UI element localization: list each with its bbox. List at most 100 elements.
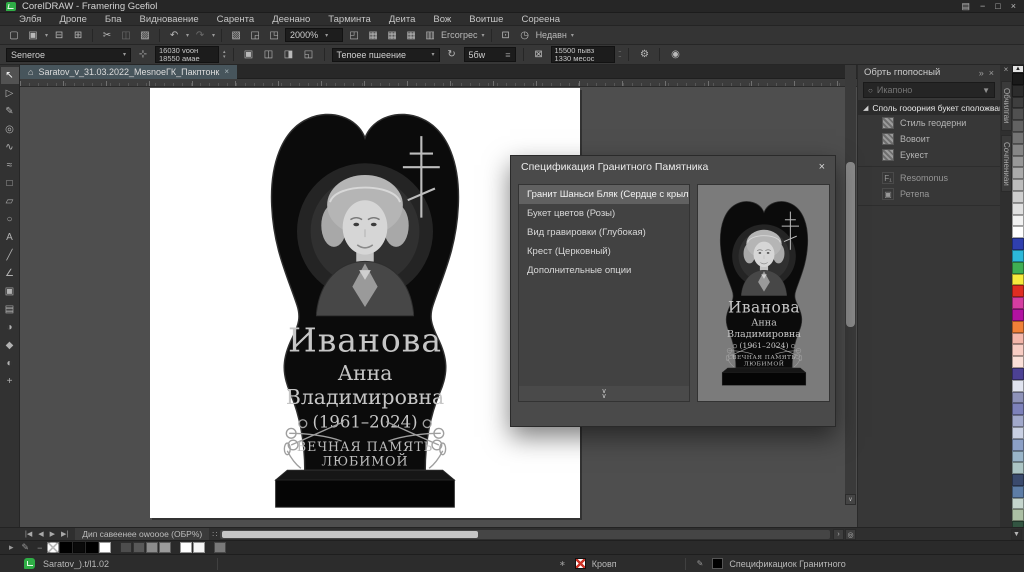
rotate-button[interactable]: ↻ bbox=[444, 47, 460, 62]
palette-swatch[interactable] bbox=[1012, 285, 1024, 297]
trim-button[interactable]: ◱ bbox=[301, 47, 317, 62]
menu-item[interactable]: Сарента bbox=[208, 14, 264, 25]
open-button[interactable]: ▣ bbox=[25, 28, 41, 43]
toolbar-options-icon[interactable]: ▤ bbox=[962, 1, 971, 12]
curve-tool[interactable]: ∿ bbox=[1, 139, 19, 156]
palette-swatch[interactable] bbox=[1012, 274, 1024, 286]
show-guides-button[interactable]: ▦ bbox=[403, 28, 419, 43]
palette-swatch[interactable] bbox=[1012, 509, 1024, 521]
spec-list-item[interactable]: Крест (Церковный) bbox=[519, 242, 689, 261]
zoom-tool[interactable]: ◎ bbox=[1, 121, 19, 138]
palette-scroll-down-icon[interactable]: ▼ bbox=[1011, 529, 1022, 540]
fill-none-swatch[interactable] bbox=[575, 558, 586, 569]
vertical-scrollbar[interactable]: ∨ bbox=[845, 65, 856, 505]
strip-close-icon[interactable]: × bbox=[1000, 65, 1012, 77]
eyedropper-tool[interactable]: ◆ bbox=[1, 337, 19, 354]
palette-swatch[interactable] bbox=[1012, 215, 1024, 227]
rectangle-tool[interactable]: □ bbox=[1, 175, 19, 192]
docker-extra-item[interactable]: ▣ Ретепа bbox=[858, 186, 1000, 202]
palette-swatch[interactable] bbox=[1012, 344, 1024, 356]
menu-item[interactable]: Вож bbox=[424, 14, 460, 25]
palette-swatch[interactable] bbox=[1012, 179, 1024, 191]
window-button[interactable]: ⊡ bbox=[498, 28, 514, 43]
docker-style-item[interactable]: Еукест bbox=[858, 147, 1000, 163]
menu-item[interactable]: Элбя bbox=[10, 14, 50, 25]
dialog-close-icon[interactable]: × bbox=[819, 161, 825, 173]
document-swatch[interactable] bbox=[214, 542, 226, 553]
menu-item[interactable]: Дропе bbox=[50, 14, 95, 25]
palette-scroll-up-icon[interactable]: ▲ bbox=[1012, 65, 1024, 73]
menu-item[interactable]: Видноваение bbox=[131, 14, 208, 25]
palette-swatch[interactable] bbox=[1012, 120, 1024, 132]
document-swatch[interactable] bbox=[60, 542, 72, 553]
fullscreen-preview-button[interactable]: ◰ bbox=[346, 28, 362, 43]
borders-select[interactable]: Егсогрес bbox=[441, 28, 478, 43]
weld-button[interactable]: ◨ bbox=[281, 47, 297, 62]
spec-list-item[interactable]: Дополнительные опции bbox=[519, 261, 689, 280]
size-fields[interactable]: 15500 пывз 1330 месос bbox=[551, 46, 615, 63]
palette-swatch[interactable] bbox=[1012, 132, 1024, 144]
monument-artwork[interactable] bbox=[258, 105, 472, 516]
restore-button[interactable]: □ bbox=[995, 1, 1000, 12]
palette-swatch[interactable] bbox=[1012, 392, 1024, 404]
palette-swatch[interactable] bbox=[1012, 333, 1024, 345]
document-swatch[interactable] bbox=[99, 542, 111, 553]
docker-collapse-icon[interactable]: » bbox=[979, 68, 984, 78]
page-nav-button[interactable]: |◀ bbox=[22, 530, 35, 538]
spec-list-item[interactable]: Вид гравировки (Глубокая) bbox=[519, 223, 689, 242]
borders-dropdown-icon[interactable]: ▾ bbox=[482, 32, 485, 39]
recent-select[interactable]: Недавн bbox=[536, 28, 567, 43]
copy-button[interactable]: ◫ bbox=[118, 28, 134, 43]
document-swatch[interactable] bbox=[159, 542, 171, 553]
connector-tool[interactable]: ∠ bbox=[1, 265, 19, 282]
page-nav-button[interactable]: ▶ bbox=[47, 530, 58, 538]
document-swatch[interactable] bbox=[146, 542, 158, 553]
undo-dropdown-icon[interactable]: ▾ bbox=[186, 32, 189, 39]
redo-dropdown-icon[interactable]: ▾ bbox=[212, 32, 215, 39]
horizontal-scrollbar-thumb[interactable] bbox=[222, 531, 478, 538]
import-button[interactable]: ◲ bbox=[247, 28, 263, 43]
pick-tool[interactable]: ↖ bbox=[1, 67, 19, 84]
palette-swatch[interactable] bbox=[1012, 203, 1024, 215]
palette-swatch[interactable] bbox=[1012, 439, 1024, 451]
position-fields[interactable]: 16030 vоон 18550 амае bbox=[155, 46, 219, 63]
palette-swatch[interactable] bbox=[1012, 356, 1024, 368]
docker-tab-objects[interactable]: Обчилгаи bbox=[1001, 81, 1012, 131]
dialog-titlebar[interactable]: Спецификация Гранитного Памятника × bbox=[511, 156, 835, 178]
palette-flyout-icon[interactable]: ▸ bbox=[6, 542, 17, 553]
artistic-media-tool[interactable]: ≈ bbox=[1, 157, 19, 174]
recent-dropdown-icon[interactable]: ▾ bbox=[571, 32, 574, 39]
print-button[interactable]: ⊞ bbox=[70, 28, 86, 43]
mirror-vertical-button[interactable]: ◫ bbox=[261, 47, 277, 62]
palette-swatch[interactable] bbox=[1012, 73, 1024, 85]
palette-swatch[interactable] bbox=[1012, 167, 1024, 179]
page-nav-button[interactable]: ▶| bbox=[58, 530, 71, 538]
menu-item[interactable]: Деенано bbox=[263, 14, 319, 25]
image-adjust-button[interactable]: ▧ bbox=[228, 28, 244, 43]
smear-tool[interactable]: ✎ bbox=[1, 103, 19, 120]
settings-gear-button[interactable]: ⚙ bbox=[636, 47, 652, 62]
document-swatch[interactable] bbox=[180, 542, 192, 553]
palette-swatch[interactable] bbox=[1012, 380, 1024, 392]
palette-swatch[interactable] bbox=[1012, 97, 1024, 109]
show-rulers-button[interactable]: ▥ bbox=[422, 28, 438, 43]
redo-button[interactable]: ↷ bbox=[192, 28, 208, 43]
spec-list-item[interactable]: Гранит Шаньси Бляк (Сердце с крылом) bbox=[519, 185, 689, 204]
interactive-fill-tool[interactable]: ◐ bbox=[1, 355, 19, 372]
palette-swatch[interactable] bbox=[1012, 226, 1024, 238]
save-button[interactable]: ⊟ bbox=[51, 28, 67, 43]
shape-tool[interactable]: ▷ bbox=[1, 85, 19, 102]
scroll-more-indicator[interactable]: ∨ ∨ bbox=[518, 386, 690, 402]
document-swatch[interactable] bbox=[193, 542, 205, 553]
document-swatch[interactable] bbox=[120, 542, 132, 553]
menu-item[interactable]: Сореена bbox=[512, 14, 569, 25]
palette-swatch[interactable] bbox=[1012, 191, 1024, 203]
palette-swatch[interactable] bbox=[1012, 85, 1024, 97]
palette-swatch[interactable] bbox=[1012, 415, 1024, 427]
palette-swatch[interactable] bbox=[1012, 309, 1024, 321]
spec-list-item[interactable]: Букет цветов (Розы) bbox=[519, 204, 689, 223]
ellipse-tool[interactable]: ○ bbox=[1, 211, 19, 228]
menu-item[interactable]: Бпа bbox=[96, 14, 131, 25]
palette-swatch[interactable] bbox=[1012, 462, 1024, 474]
palette-swatch[interactable] bbox=[1012, 156, 1024, 168]
